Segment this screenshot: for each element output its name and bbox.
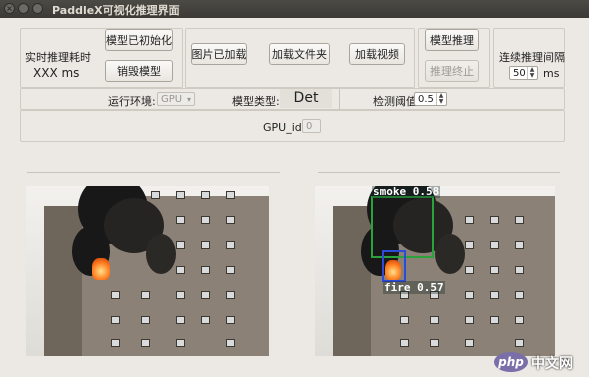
close-icon[interactable]: ×: [4, 3, 15, 14]
title-bar: × PaddleX可视化推理界面: [0, 0, 589, 18]
result-image: smoke 0.58 fire 0.57: [315, 186, 555, 356]
spin-arrows-icon[interactable]: ▲ ▼: [436, 93, 445, 105]
env-label: 运行环境:: [108, 95, 156, 108]
model-type-label: 模型类型:: [232, 95, 280, 108]
env-select[interactable]: GPU ▾: [157, 92, 195, 106]
interval-unit: ms: [543, 67, 560, 80]
model-infer-button[interactable]: 模型推理: [425, 29, 479, 51]
model-type-value: Det: [280, 89, 332, 108]
load-folder-button[interactable]: 加载文件夹: [269, 43, 330, 65]
minimize-icon[interactable]: [18, 3, 29, 14]
interval-spinbox[interactable]: 50 ▲ ▼: [509, 66, 538, 80]
init-model-button[interactable]: 模型已初始化: [105, 29, 173, 51]
gpu-id-label: GPU_id: [263, 121, 302, 134]
fire-detection-box: [382, 250, 406, 282]
gpu-id-input[interactable]: 0: [302, 119, 321, 133]
smoke-detection-box: [371, 196, 434, 258]
input-image: [26, 186, 269, 356]
threshold-spinbox[interactable]: 0.5 ▲ ▼: [414, 92, 447, 106]
image-loaded-button[interactable]: 图片已加载: [191, 43, 247, 65]
latency-value: XXX ms: [33, 66, 80, 80]
window-controls: ×: [4, 3, 43, 14]
interval-label: 连续推理间隔: [499, 51, 565, 64]
threshold-label: 检测阈值: [373, 95, 417, 108]
chevron-down-icon: ▾: [186, 95, 191, 104]
threshold-value: 0.5: [418, 94, 434, 105]
settings-divider: [339, 89, 340, 109]
right-panel-separator: [318, 172, 560, 173]
fire-detection-label: fire 0.57: [383, 281, 445, 294]
interval-value: 50: [513, 68, 526, 79]
destroy-model-button[interactable]: 销毁模型: [105, 60, 173, 82]
latency-label: 实时推理耗时: [25, 51, 91, 64]
gpu-id-value: 0: [306, 121, 313, 132]
stop-infer-button[interactable]: 推理终止: [425, 60, 479, 82]
spin-arrows-icon[interactable]: ▲ ▼: [527, 67, 536, 79]
watermark-text: 中文网: [531, 356, 573, 372]
left-panel-separator: [27, 172, 280, 173]
load-video-button[interactable]: 加载视频: [349, 43, 405, 65]
window-title: PaddleX可视化推理界面: [52, 4, 180, 17]
maximize-icon[interactable]: [32, 3, 43, 14]
smoke-detection-label: smoke 0.58: [372, 186, 441, 198]
env-value: GPU: [161, 94, 183, 105]
php-logo: php: [494, 352, 528, 372]
